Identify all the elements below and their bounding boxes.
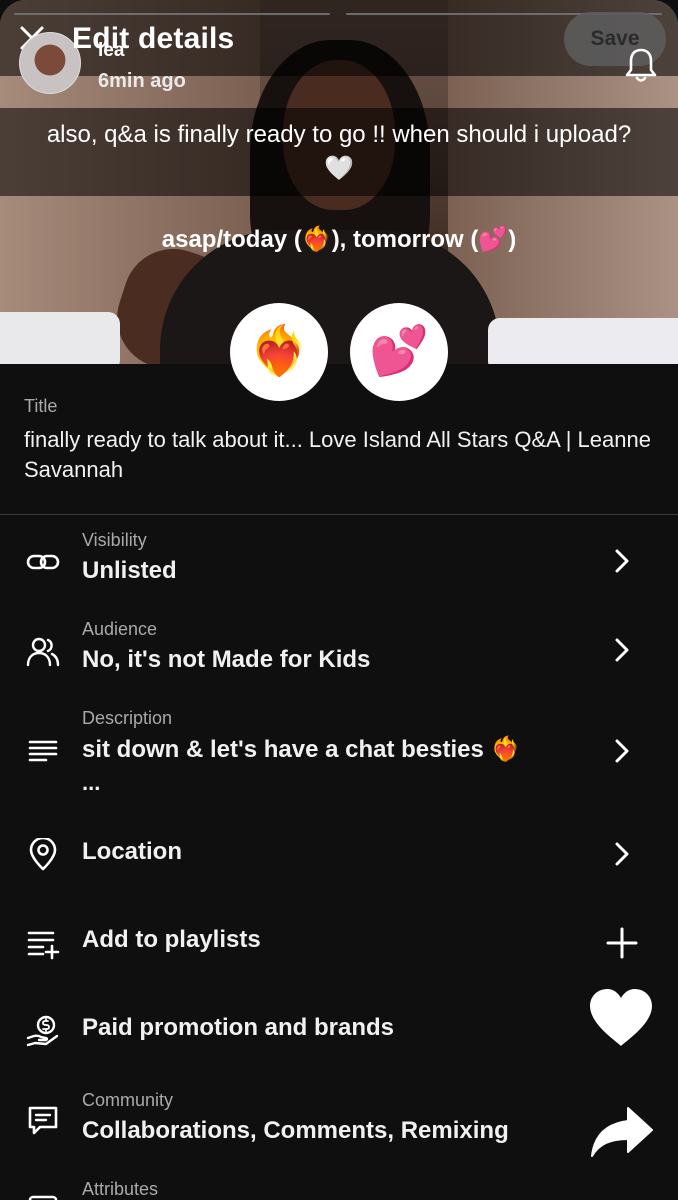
community-row[interactable]: Community Collaborations, Comments, Remi…: [0, 1090, 678, 1162]
chevron-right-icon: [615, 739, 629, 763]
paid-promotion-value: Paid promotion and brands: [82, 1014, 395, 1041]
playlist-add-icon: [27, 931, 60, 960]
chevron-right-icon: [615, 638, 629, 662]
community-value: Collaborations, Comments, Remixing: [82, 1117, 509, 1144]
visibility-label: Visibility: [82, 530, 147, 550]
chevron-right-icon: [615, 842, 629, 866]
plus-icon[interactable]: [604, 925, 640, 961]
description-more: ...: [82, 770, 101, 795]
visibility-value: Unlisted: [82, 557, 177, 584]
heart-icon[interactable]: [586, 986, 656, 1050]
attributes-icon: [28, 1195, 58, 1200]
page-title: Edit details: [72, 22, 235, 55]
description-value: sit down & let's have a chat besties ❤️‍…: [82, 736, 521, 763]
paid-promotion-icon: [26, 1015, 59, 1047]
description-row[interactable]: Description sit down & let's have a chat…: [0, 708, 678, 800]
location-pin-icon: [29, 838, 57, 871]
description-icon: [28, 740, 58, 762]
paid-promotion-row[interactable]: Paid promotion and brands: [0, 1006, 678, 1056]
title-value[interactable]: finally ready to talk about it... Love I…: [24, 425, 654, 485]
people-icon: [26, 637, 60, 667]
story-caption: also, q&a is finally ready to go !! when…: [46, 121, 632, 182]
add-to-playlists-row[interactable]: Add to playlists: [0, 918, 678, 968]
description-label: Description: [82, 708, 173, 728]
location-value: Location: [82, 838, 182, 865]
comment-icon: [28, 1106, 58, 1135]
audience-label: Audience: [82, 619, 158, 639]
poll-question: asap/today (❤️‍🔥), tomorrow (💕): [161, 226, 517, 253]
community-label: Community: [82, 1090, 174, 1110]
attributes-label: Attributes: [82, 1179, 159, 1199]
divider: [0, 514, 678, 515]
attributes-row[interactable]: Attributes: [0, 1179, 678, 1200]
title-label: Title: [24, 396, 58, 416]
link-icon: [26, 554, 60, 570]
story-username: lea: [98, 40, 125, 61]
audience-row[interactable]: Audience No, it's not Made for Kids: [0, 619, 678, 689]
title-field[interactable]: Title finally ready to talk about it... …: [24, 396, 654, 485]
location-row[interactable]: Location: [0, 830, 678, 880]
share-arrow-icon[interactable]: [588, 1104, 656, 1160]
chevron-right-icon: [615, 549, 629, 573]
audience-value: No, it's not Made for Kids: [82, 646, 371, 673]
bell-icon[interactable]: [624, 46, 658, 84]
add-to-playlists-value: Add to playlists: [82, 926, 261, 953]
poll-option-fire-heart[interactable]: ❤️‍🔥: [230, 303, 328, 401]
poll-option-two-hearts[interactable]: 💕: [350, 303, 448, 401]
screen: Edit details lea 6min ago Save also, q&a…: [0, 0, 678, 1200]
visibility-row[interactable]: Visibility Unlisted: [0, 530, 678, 600]
story-timestamp: 6min ago: [98, 70, 186, 92]
